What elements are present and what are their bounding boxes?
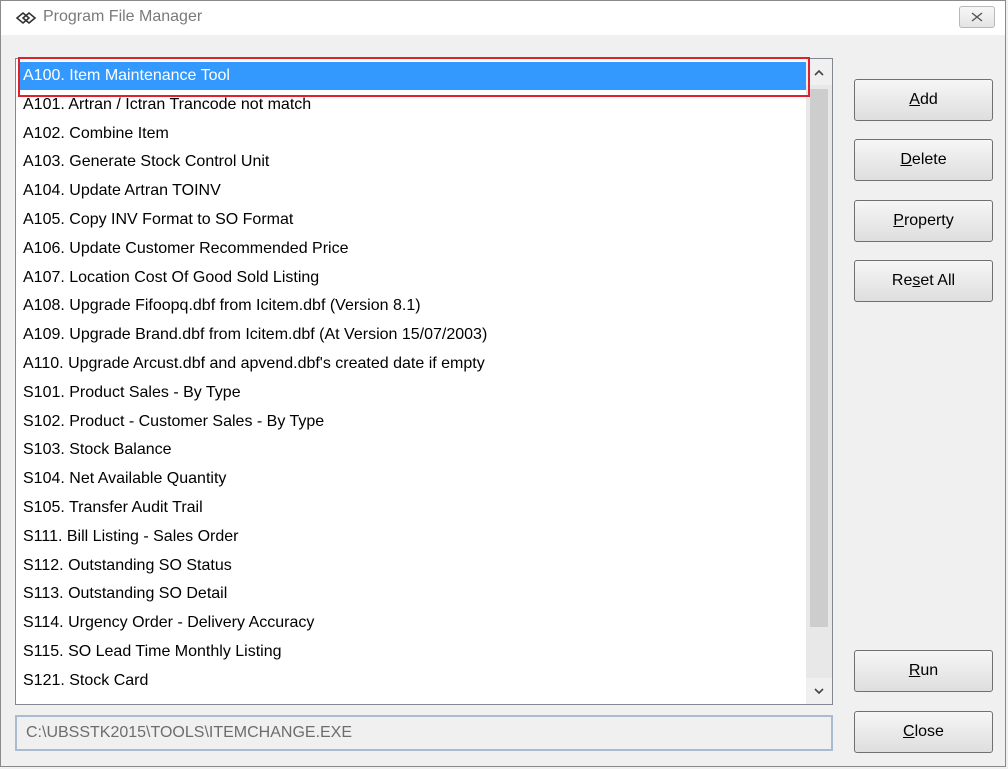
reset-all-button[interactable]: Re s et All	[854, 260, 993, 302]
delete-button-label: elete	[911, 151, 947, 168]
window-title: Program File Manager	[43, 8, 203, 25]
reset-all-button-pre: Re	[891, 272, 913, 289]
list-item[interactable]: A100. Item Maintenance Tool	[20, 62, 806, 90]
reset-all-button-accel: s	[912, 272, 921, 289]
close-button-label: lose	[914, 723, 944, 740]
list-item[interactable]: A101. Artran / Ictran Trancode not match	[20, 91, 806, 119]
list-item[interactable]: S104. Net Available Quantity	[20, 465, 806, 493]
add-button-label: dd	[919, 91, 938, 108]
list-item[interactable]: S113. Outstanding SO Detail	[20, 580, 806, 608]
chevron-up-icon	[814, 69, 824, 76]
list-item[interactable]: S105. Transfer Audit Trail	[20, 494, 806, 522]
close-icon	[971, 12, 983, 22]
add-button[interactable]: Add	[854, 79, 993, 121]
list-item[interactable]: S114. Urgency Order - Delivery Accuracy	[20, 609, 806, 637]
property-button-label: roperty	[903, 212, 954, 229]
close-button[interactable]: Close	[854, 711, 993, 753]
list-item[interactable]: A104. Update Artran TOINV	[20, 177, 806, 205]
vertical-scrollbar[interactable]	[806, 59, 832, 704]
list-item[interactable]: S112. Outstanding SO Status	[20, 552, 806, 580]
app-icon	[15, 10, 37, 26]
list-item[interactable]: S115. SO Lead Time Monthly Listing	[20, 638, 806, 666]
list-item[interactable]: S102. Product - Customer Sales - By Type	[20, 408, 806, 436]
list-item[interactable]: S121. Stock Card	[20, 667, 806, 695]
list-item[interactable]: S101. Product Sales - By Type	[20, 379, 806, 407]
scroll-down-button[interactable]	[806, 678, 832, 704]
list-item[interactable]: A102. Combine Item	[20, 120, 806, 148]
program-file-manager-window: Program File Manager A100. Item Maintena…	[0, 0, 1006, 767]
close-window-button[interactable]	[959, 6, 995, 28]
list-item[interactable]: A109. Upgrade Brand.dbf from Icitem.dbf …	[20, 321, 806, 349]
add-button-accel: A	[909, 91, 920, 108]
scroll-thumb[interactable]	[810, 89, 828, 627]
run-button-accel: R	[908, 662, 921, 679]
delete-button-accel: D	[900, 151, 912, 168]
list-item[interactable]: S103. Stock Balance	[20, 436, 806, 464]
chevron-down-icon	[814, 687, 824, 694]
program-path-field[interactable]: C:\UBSSTK2015\TOOLS\ITEMCHANGE.EXE	[15, 715, 833, 751]
title-bar: Program File Manager	[1, 1, 1005, 35]
run-button[interactable]: Run	[854, 650, 993, 692]
close-button-accel: C	[903, 723, 915, 740]
list-item[interactable]: A110. Upgrade Arcust.dbf and apvend.dbf'…	[20, 350, 806, 378]
scroll-up-button[interactable]	[806, 59, 832, 85]
list-item[interactable]: A103. Generate Stock Control Unit	[20, 148, 806, 176]
property-button-accel: P	[893, 212, 904, 229]
list-item[interactable]: S111. Bill Listing - Sales Order	[20, 523, 806, 551]
list-item[interactable]: A105. Copy INV Format to SO Format	[20, 206, 806, 234]
list-item[interactable]: A107. Location Cost Of Good Sold Listing	[20, 264, 806, 292]
run-button-label: un	[920, 662, 939, 679]
delete-button[interactable]: Delete	[854, 139, 993, 181]
program-list[interactable]: A100. Item Maintenance Tool A101. Artran …	[15, 58, 833, 705]
reset-all-button-label: et All	[920, 272, 956, 289]
property-button[interactable]: Property	[854, 200, 993, 242]
list-item[interactable]: A108. Upgrade Fifoopq.dbf from Icitem.db…	[20, 292, 806, 320]
list-item[interactable]: A106. Update Customer Recommended Price	[20, 235, 806, 263]
